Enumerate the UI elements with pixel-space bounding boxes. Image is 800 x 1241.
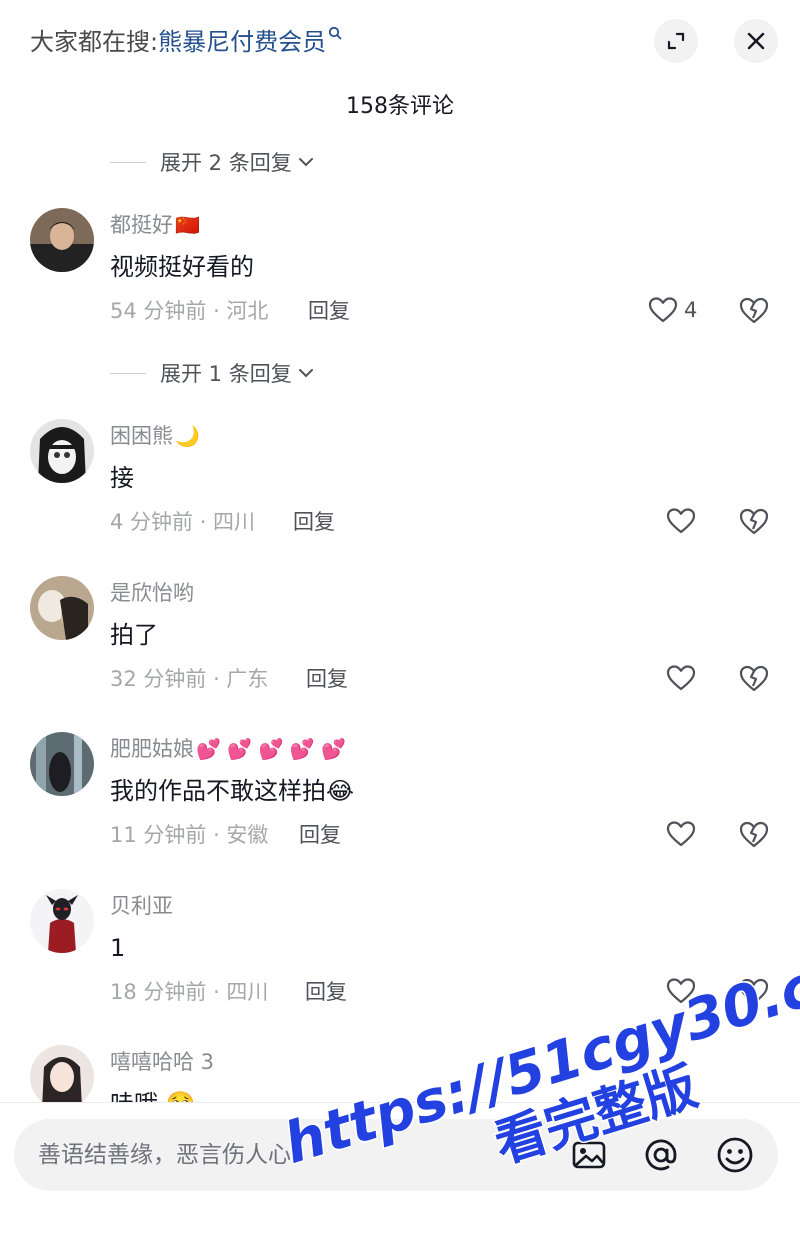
comment-meta: 18 分钟前 · 四川 bbox=[110, 980, 269, 1004]
avatar[interactable] bbox=[30, 1045, 94, 1109]
comment-item: 肥肥姑娘 💕 💕 💕 💕 💕 我的作品不敢这样拍😂 11 分钟前 · 安徽 回复 bbox=[0, 732, 800, 882]
author-name: 困困熊 bbox=[110, 424, 173, 448]
comment-item: 都挺好 🇨🇳 视频挺好看的 54 分钟前 · 河北 回复 4 bbox=[0, 208, 800, 358]
avatar[interactable] bbox=[30, 889, 94, 953]
comment-meta: 32 分钟前 · 广东 bbox=[110, 667, 269, 691]
author-name: 都挺好 bbox=[110, 213, 173, 237]
heart-icon bbox=[666, 821, 696, 847]
comment-author[interactable]: 是欣怡哟 bbox=[110, 578, 194, 608]
comment-author[interactable]: 贝利亚 bbox=[110, 891, 173, 921]
like-count: 4 bbox=[684, 298, 698, 322]
comment-text: 拍了 bbox=[110, 621, 158, 649]
expand-replies-button[interactable]: 展开 1 条回复 bbox=[110, 358, 314, 388]
comment-item: 贝利亚 1 18 分钟前 · 四川 回复 bbox=[0, 889, 800, 1039]
top-bar: 大家都在搜:熊暴尼付费会员 bbox=[0, 0, 800, 84]
divider bbox=[110, 372, 146, 374]
author-emoji: 🌙 bbox=[175, 424, 200, 448]
comment-meta: 11 分钟前 · 安徽 bbox=[110, 823, 269, 847]
reply-button[interactable]: 回复 bbox=[305, 977, 347, 1007]
reply-button[interactable]: 回复 bbox=[308, 296, 350, 326]
author-emoji: 🇨🇳 bbox=[175, 213, 200, 237]
comment-meta: 54 分钟前 · 河北 bbox=[110, 299, 269, 323]
comment-text: 视频挺好看的 bbox=[110, 253, 254, 281]
like-button[interactable] bbox=[666, 662, 696, 694]
author-name: 嘻嘻哈哈 3 bbox=[110, 1050, 215, 1074]
reply-button[interactable]: 回复 bbox=[293, 507, 335, 537]
author-name: 贝利亚 bbox=[110, 894, 173, 918]
divider bbox=[110, 161, 146, 163]
comment-input-pill bbox=[14, 1119, 778, 1191]
avatar[interactable] bbox=[30, 576, 94, 640]
dislike-icon[interactable] bbox=[738, 818, 770, 850]
expand-button[interactable] bbox=[654, 19, 698, 63]
mention-icon[interactable] bbox=[642, 1136, 680, 1174]
like-button[interactable] bbox=[666, 818, 696, 850]
heart-icon bbox=[666, 978, 696, 1004]
dislike-icon[interactable] bbox=[738, 975, 770, 1007]
emoji-icon[interactable] bbox=[716, 1136, 754, 1174]
image-icon[interactable] bbox=[570, 1136, 608, 1174]
avatar[interactable] bbox=[30, 419, 94, 483]
avatar[interactable] bbox=[30, 208, 94, 272]
comment-author[interactable]: 都挺好 🇨🇳 bbox=[110, 210, 200, 240]
heart-icon bbox=[666, 508, 696, 534]
dislike-icon[interactable] bbox=[738, 505, 770, 537]
comment-count: 158条评论 bbox=[346, 94, 454, 119]
expand-replies-label: 展开 1 条回复 bbox=[160, 362, 292, 386]
comment-author[interactable]: 嘻嘻哈哈 3 bbox=[110, 1047, 214, 1077]
expand-replies-label: 展开 2 条回复 bbox=[160, 151, 292, 175]
dislike-icon[interactable] bbox=[738, 294, 770, 326]
like-button[interactable] bbox=[666, 505, 696, 537]
hot-search[interactable]: 大家都在搜:熊暴尼付费会员 bbox=[30, 26, 342, 58]
reply-button[interactable]: 回复 bbox=[299, 820, 341, 850]
expand-icon bbox=[667, 32, 685, 50]
heart-icon bbox=[666, 665, 696, 691]
avatar[interactable] bbox=[30, 732, 94, 796]
comment-item: 是欣怡哟 拍了 32 分钟前 · 广东 回复 bbox=[0, 576, 800, 726]
search-icon bbox=[328, 26, 342, 40]
comment-author[interactable]: 困困熊 🌙 bbox=[110, 421, 200, 451]
expand-replies-button[interactable]: 展开 2 条回复 bbox=[110, 147, 314, 177]
comment-meta: 4 分钟前 · 四川 bbox=[110, 510, 256, 534]
author-name: 肥肥姑娘 bbox=[110, 737, 194, 761]
author-emoji: 💕 💕 💕 💕 💕 bbox=[196, 737, 346, 761]
comment-author[interactable]: 肥肥姑娘 💕 💕 💕 💕 💕 bbox=[110, 734, 346, 764]
heart-icon bbox=[648, 297, 678, 323]
comment-input[interactable] bbox=[38, 1133, 518, 1177]
hot-search-prefix: 大家都在搜: bbox=[30, 28, 159, 56]
chevron-down-icon bbox=[298, 369, 313, 378]
comment-item: 困困熊 🌙 接 4 分钟前 · 四川 回复 bbox=[0, 419, 800, 569]
reply-button[interactable]: 回复 bbox=[306, 664, 348, 694]
like-button[interactable] bbox=[666, 975, 696, 1007]
author-name: 是欣怡哟 bbox=[110, 581, 194, 605]
comment-input-bar bbox=[0, 1102, 800, 1241]
comment-text: 我的作品不敢这样拍😂 bbox=[110, 777, 355, 805]
chevron-down-icon bbox=[298, 158, 313, 167]
hot-search-term[interactable]: 熊暴尼付费会员 bbox=[158, 28, 326, 56]
comment-text: 1 bbox=[110, 934, 126, 962]
dislike-icon[interactable] bbox=[738, 662, 770, 694]
like-button[interactable]: 4 bbox=[648, 294, 697, 326]
close-icon bbox=[747, 32, 765, 50]
comment-text: 接 bbox=[110, 464, 134, 492]
close-button[interactable] bbox=[734, 19, 778, 63]
